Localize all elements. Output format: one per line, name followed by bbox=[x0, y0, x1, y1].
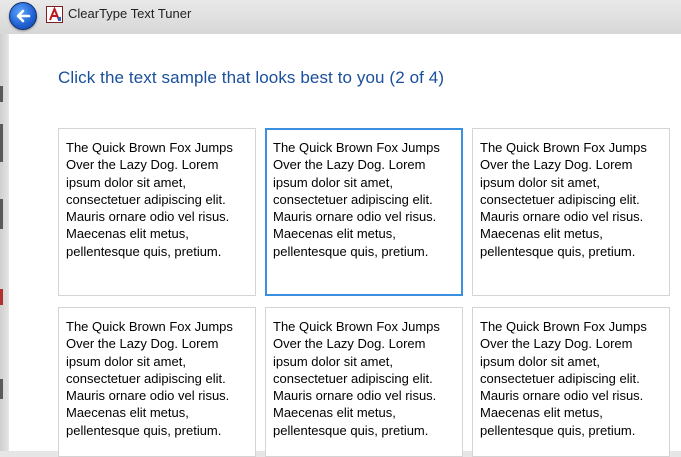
sample-text-line: Mauris ornare odio vel risus. bbox=[480, 209, 644, 225]
sample-text-line: Mauris ornare odio vel risus. bbox=[66, 209, 230, 225]
sample-text-line: consectetuer adipiscing elit. bbox=[480, 191, 640, 207]
text-sample-5[interactable]: The Quick Brown Fox Jumps Over the Lazy D… bbox=[265, 307, 463, 457]
window-title: ClearType Text Tuner bbox=[68, 6, 192, 21]
sample-text-line: pellentesque quis, pretium. bbox=[273, 422, 429, 438]
sample-text-line: consectetuer adipiscing elit. bbox=[66, 370, 226, 386]
sample-text-line: ipsum dolor sit amet, bbox=[66, 353, 186, 369]
page-heading: Click the text sample that looks best to… bbox=[58, 68, 445, 87]
sample-text-line: consectetuer adipiscing elit. bbox=[273, 191, 433, 207]
sample-text-line: Over the Lazy Dog. Lorem bbox=[66, 336, 219, 352]
sample-text-line: pellentesque quis, pretium. bbox=[66, 243, 222, 259]
sample-text-line: Maecenas elit metus, bbox=[66, 405, 189, 421]
text-sample-6[interactable]: The Quick Brown Fox Jumps Over the Lazy D… bbox=[472, 307, 670, 457]
sample-text-line: Maecenas elit metus, bbox=[66, 226, 189, 242]
sample-text-line: The Quick Brown Fox Jumps bbox=[273, 140, 440, 155]
text-sample-3[interactable]: The Quick Brown Fox Jumps Over the Lazy D… bbox=[472, 128, 670, 296]
sample-text-line: pellentesque quis, pretium. bbox=[480, 243, 636, 259]
sample-text-line: pellentesque quis, pretium. bbox=[480, 422, 636, 438]
sample-text-line: Over the Lazy Dog. Lorem bbox=[273, 336, 426, 352]
sample-text-line: Over the Lazy Dog. Lorem bbox=[66, 157, 219, 173]
cleartype-app-icon bbox=[46, 6, 63, 23]
sample-text-line: ipsum dolor sit amet, bbox=[273, 353, 393, 369]
sample-text-line: pellentesque quis, pretium. bbox=[66, 422, 222, 438]
sample-text-line: The Quick Brown Fox Jumps bbox=[480, 140, 647, 155]
sample-text-line: The Quick Brown Fox Jumps bbox=[66, 319, 233, 334]
sample-text-line: Mauris ornare odio vel risus. bbox=[273, 209, 437, 225]
title-bar: ClearType Text Tuner bbox=[0, 0, 681, 34]
sample-text-line: pellentesque quis, pretium. bbox=[273, 243, 429, 259]
sample-text-line: consectetuer adipiscing elit. bbox=[273, 370, 433, 386]
back-button[interactable] bbox=[9, 2, 37, 30]
wizard-content: Click the text sample that looks best to… bbox=[9, 34, 681, 457]
sample-text-line: Maecenas elit metus, bbox=[273, 405, 396, 421]
text-sample-4[interactable]: The Quick Brown Fox Jumps Over the Lazy D… bbox=[58, 307, 256, 457]
sample-text-line: ipsum dolor sit amet, bbox=[480, 174, 600, 190]
background-window-edge bbox=[0, 34, 8, 451]
back-arrow-icon bbox=[16, 9, 31, 23]
sample-text-line: ipsum dolor sit amet, bbox=[480, 353, 600, 369]
text-sample-2[interactable]: The Quick Brown Fox Jumps Over the Lazy D… bbox=[265, 128, 463, 296]
sample-text-line: Maecenas elit metus, bbox=[480, 405, 603, 421]
sample-text-line: The Quick Brown Fox Jumps bbox=[66, 140, 233, 155]
text-sample-1[interactable]: The Quick Brown Fox Jumps Over the Lazy D… bbox=[58, 128, 256, 296]
sample-text-line: Over the Lazy Dog. Lorem bbox=[273, 157, 426, 173]
sample-text-line: ipsum dolor sit amet, bbox=[66, 174, 186, 190]
sample-text-line: Over the Lazy Dog. Lorem bbox=[480, 336, 633, 352]
sample-text-line: ipsum dolor sit amet, bbox=[273, 174, 393, 190]
sample-text-line: Over the Lazy Dog. Lorem bbox=[480, 157, 633, 173]
sample-text-line: Mauris ornare odio vel risus. bbox=[480, 388, 644, 404]
sample-text-line: Mauris ornare odio vel risus. bbox=[66, 388, 230, 404]
sample-text-line: The Quick Brown Fox Jumps bbox=[273, 319, 440, 334]
sample-text-line: consectetuer adipiscing elit. bbox=[480, 370, 640, 386]
sample-text-line: Mauris ornare odio vel risus. bbox=[273, 388, 437, 404]
sample-text-line: Maecenas elit metus, bbox=[480, 226, 603, 242]
sample-text-line: Maecenas elit metus, bbox=[273, 226, 396, 242]
sample-text-line: The Quick Brown Fox Jumps bbox=[480, 319, 647, 334]
sample-text-line: consectetuer adipiscing elit. bbox=[66, 191, 226, 207]
